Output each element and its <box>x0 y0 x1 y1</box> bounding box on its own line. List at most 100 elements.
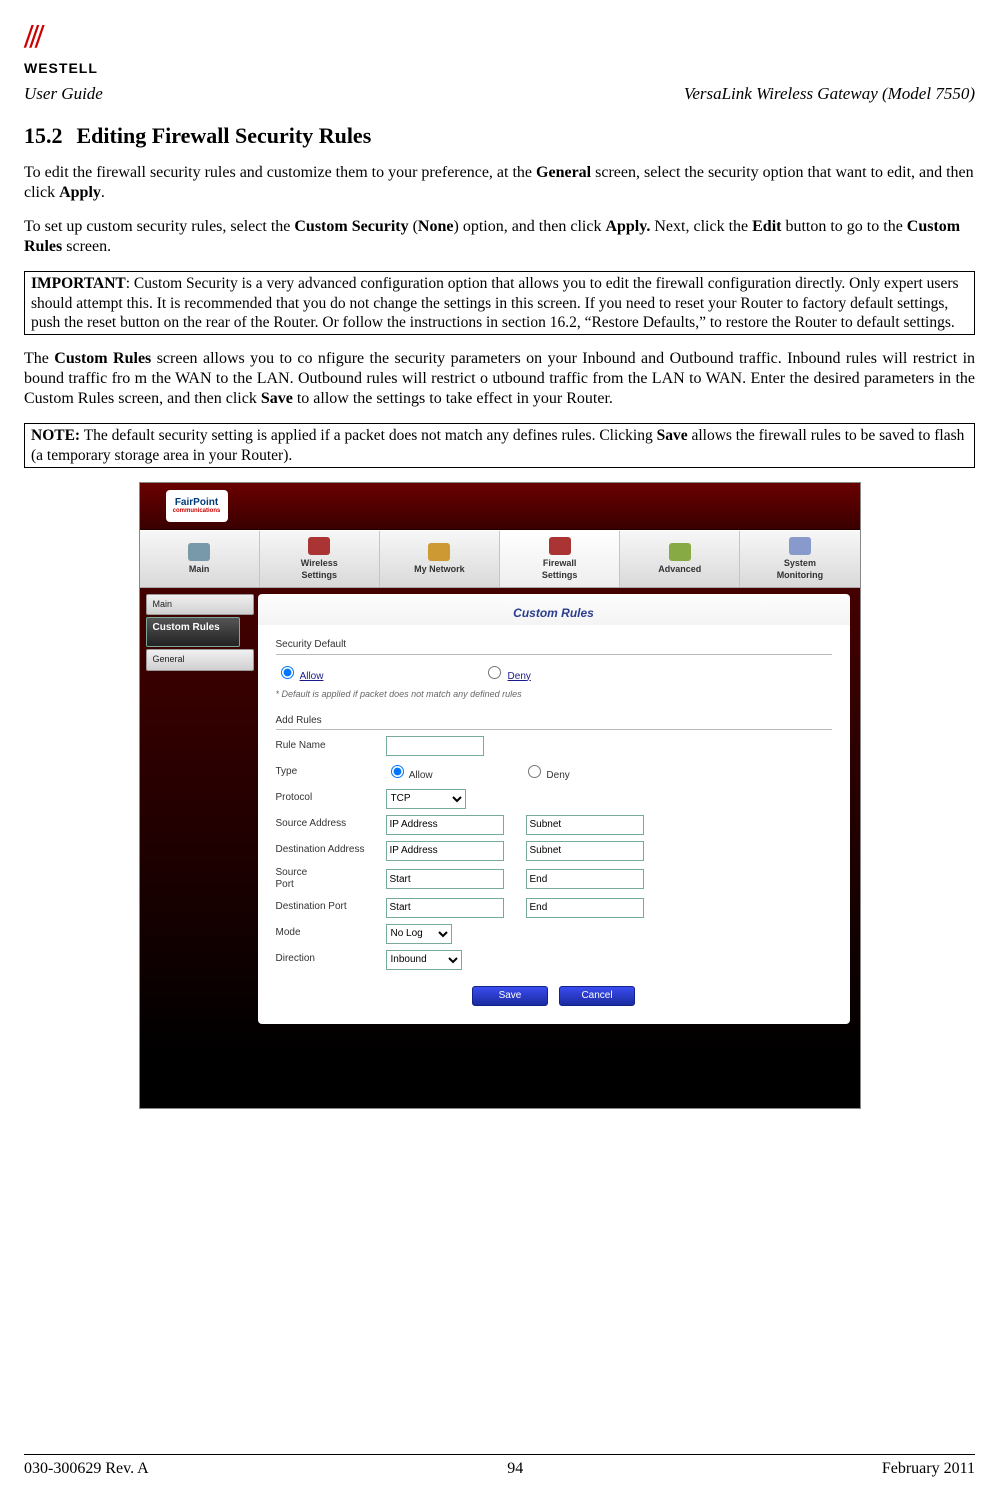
router-ui: FairPoint communications Main Wireless Se… <box>139 482 861 1109</box>
save-button[interactable]: Save <box>472 986 548 1007</box>
nav-label: Main <box>189 564 210 575</box>
row-dst-addr: Destination Address <box>276 841 832 861</box>
bold-save: Save <box>657 427 688 444</box>
label-src-addr: Source Address <box>276 818 386 831</box>
default-hint: * Default is applied if packet does not … <box>276 689 832 700</box>
allow-radio[interactable] <box>281 666 294 679</box>
nav-wireless-settings[interactable]: Wireless Settings <box>260 531 380 587</box>
text: ( <box>409 218 418 235</box>
custom-rules-panel: Security Default Allow Deny * Default is… <box>258 625 850 1024</box>
label-dst-port: Destination Port <box>276 901 386 914</box>
default-deny-option[interactable]: Deny <box>483 663 530 684</box>
allow-label: Allow <box>300 671 324 682</box>
paragraph-3: The Custom Rules screen allows you to co… <box>24 349 975 409</box>
important-label: IMPORTANT <box>31 275 126 292</box>
fairpoint-logo: FairPoint communications <box>166 490 228 522</box>
bold-apply: Apply <box>59 184 101 201</box>
sidebar-item-general[interactable]: General <box>146 649 254 670</box>
sidebar-item-main[interactable]: Main <box>146 594 254 615</box>
paragraph-1: To edit the firewall security rules and … <box>24 163 975 203</box>
src-port-end-input[interactable] <box>526 869 644 889</box>
type-deny-radio[interactable] <box>528 765 541 778</box>
footer-left: 030-300629 Rev. A <box>24 1459 149 1479</box>
deny-radio[interactable] <box>488 666 501 679</box>
note-text: The default security setting is applied … <box>80 427 657 444</box>
row-direction: Direction Inbound <box>276 950 832 970</box>
nav-system-monitoring[interactable]: SystemMonitoring <box>740 531 859 587</box>
logo-line1: FairPoint <box>175 498 218 508</box>
bold-none: None <box>418 218 454 235</box>
t: System <box>784 558 816 568</box>
footer-rule <box>24 1454 975 1455</box>
nav-label: SystemMonitoring <box>777 558 824 581</box>
page-footer: 030-300629 Rev. A 94 February 2011 <box>24 1459 975 1479</box>
src-subnet-input[interactable] <box>526 815 644 835</box>
t: Settings <box>301 570 338 581</box>
logo-text: WESTELL <box>24 60 98 76</box>
t: Deny <box>546 770 569 781</box>
nav-advanced[interactable]: Advanced <box>620 531 740 587</box>
t: Source <box>276 867 308 878</box>
nav-main[interactable]: Main <box>140 531 260 587</box>
dst-port-end-input[interactable] <box>526 898 644 918</box>
default-allow-option[interactable]: Allow <box>276 663 324 684</box>
note-box: NOTE: The default security setting is ap… <box>24 423 975 468</box>
type-deny-option[interactable]: Deny <box>523 762 570 783</box>
bold-custom-rules: Custom Rules <box>54 350 151 367</box>
nav-my-network[interactable]: My Network <box>380 531 500 587</box>
logo-mark-icon: /// <box>24 18 40 55</box>
doc-header-right: VersaLink Wireless Gateway (Model 7550) <box>684 83 975 104</box>
section-heading: 15.2Editing Firewall Security Rules <box>24 122 975 150</box>
row-rule-name: Rule Name <box>276 736 832 756</box>
row-src-port: SourcePort <box>276 867 832 892</box>
mode-select[interactable]: No Log <box>386 924 452 944</box>
text: Next, click the <box>650 218 752 235</box>
label-src-port: SourcePort <box>276 867 386 892</box>
text: to allow the settings to take effect in … <box>293 390 613 407</box>
t: Wireless <box>301 558 338 568</box>
firewall-icon <box>549 537 571 555</box>
button-row: Save Cancel <box>276 986 832 1007</box>
type-allow-option[interactable]: Allow <box>386 762 433 783</box>
logo-line2: communications <box>173 508 221 514</box>
nav-label: Wireless Settings <box>301 558 338 581</box>
dst-subnet-input[interactable] <box>526 841 644 861</box>
protocol-select[interactable]: TCP <box>386 789 466 809</box>
doc-header-left: User Guide <box>24 83 103 104</box>
home-icon <box>188 543 210 561</box>
nav-label: Advanced <box>658 564 701 575</box>
divider <box>276 729 832 730</box>
rule-name-input[interactable] <box>386 736 484 756</box>
footer-right: February 2011 <box>882 1459 975 1479</box>
row-src-addr: Source Address <box>276 815 832 835</box>
important-text: : Custom Security is a very advanced con… <box>31 275 959 331</box>
cancel-button[interactable]: Cancel <box>559 986 635 1007</box>
nav-firewall-settings[interactable]: FirewallSettings <box>500 531 620 587</box>
network-icon <box>428 543 450 561</box>
deny-label: Deny <box>508 671 531 682</box>
src-port-start-input[interactable] <box>386 869 504 889</box>
screenshot-figure: FairPoint communications Main Wireless Se… <box>24 482 975 1109</box>
row-mode: Mode No Log <box>276 924 832 944</box>
add-rules-label: Add Rules <box>276 715 832 728</box>
bold-edit: Edit <box>752 218 781 235</box>
doc-header: User Guide VersaLink Wireless Gateway (M… <box>24 83 975 104</box>
bold-custom-security: Custom Security <box>294 218 408 235</box>
text: button to go to the <box>781 218 906 235</box>
src-ip-input[interactable] <box>386 815 504 835</box>
label-dst-addr: Destination Address <box>276 844 386 857</box>
footer-page-number: 94 <box>507 1459 523 1479</box>
bold-save: Save <box>261 390 293 407</box>
content-area: Custom Rules Security Default Allow Deny… <box>258 594 850 1092</box>
type-allow-radio[interactable] <box>391 765 404 778</box>
sidebar-item-custom-rules[interactable]: Custom Rules <box>146 617 240 647</box>
divider <box>276 654 832 655</box>
dst-ip-input[interactable] <box>386 841 504 861</box>
dst-port-start-input[interactable] <box>386 898 504 918</box>
text: To set up custom security rules, select … <box>24 218 294 235</box>
text: ) option, and then click <box>453 218 605 235</box>
direction-select[interactable]: Inbound <box>386 950 462 970</box>
panel-title: Custom Rules <box>258 594 850 625</box>
label-direction: Direction <box>276 953 386 966</box>
wifi-icon <box>308 537 330 555</box>
